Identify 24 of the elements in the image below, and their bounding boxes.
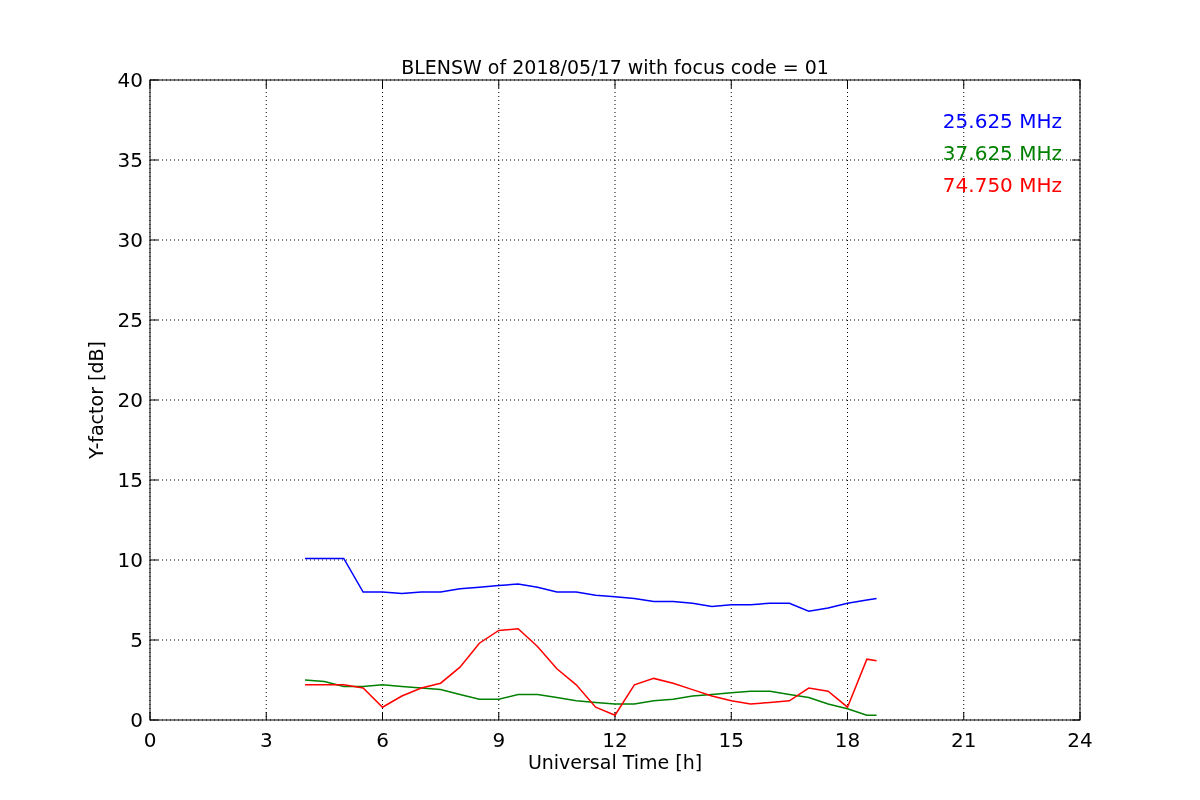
tick-label: 18 [834, 728, 861, 752]
tick-label: 3 [259, 728, 273, 752]
x-axis-label: Universal Time [h] [527, 751, 703, 773]
y-axis-label: Y-factor [dB] [85, 341, 107, 459]
tick-label: 21 [951, 728, 977, 752]
tick-label: 0 [143, 728, 157, 752]
tick-label: 6 [376, 728, 389, 752]
tick-label: 20 [117, 388, 143, 412]
chart-title: BLENSW of 2018/05/17 with focus code = 01 [401, 56, 829, 78]
tick-label: 12 [602, 728, 628, 752]
tick-label: 30 [117, 228, 143, 252]
tick-label: 15 [117, 468, 143, 492]
tick-label: 0 [130, 708, 143, 732]
tick-label: 25 [117, 308, 143, 332]
tick-label: 24 [1067, 728, 1093, 752]
tick-label: 9 [492, 728, 506, 752]
tick-label: 10 [117, 548, 143, 572]
legend-label: 25.625 MHz [942, 109, 1062, 133]
legend-label: 37.625 MHz [942, 141, 1062, 165]
tick-label: 5 [130, 628, 143, 652]
tick-label: 35 [117, 148, 143, 172]
tick-label: 15 [718, 728, 744, 752]
tick-label: 40 [117, 68, 143, 92]
legend-label: 74.750 MHz [942, 173, 1062, 197]
